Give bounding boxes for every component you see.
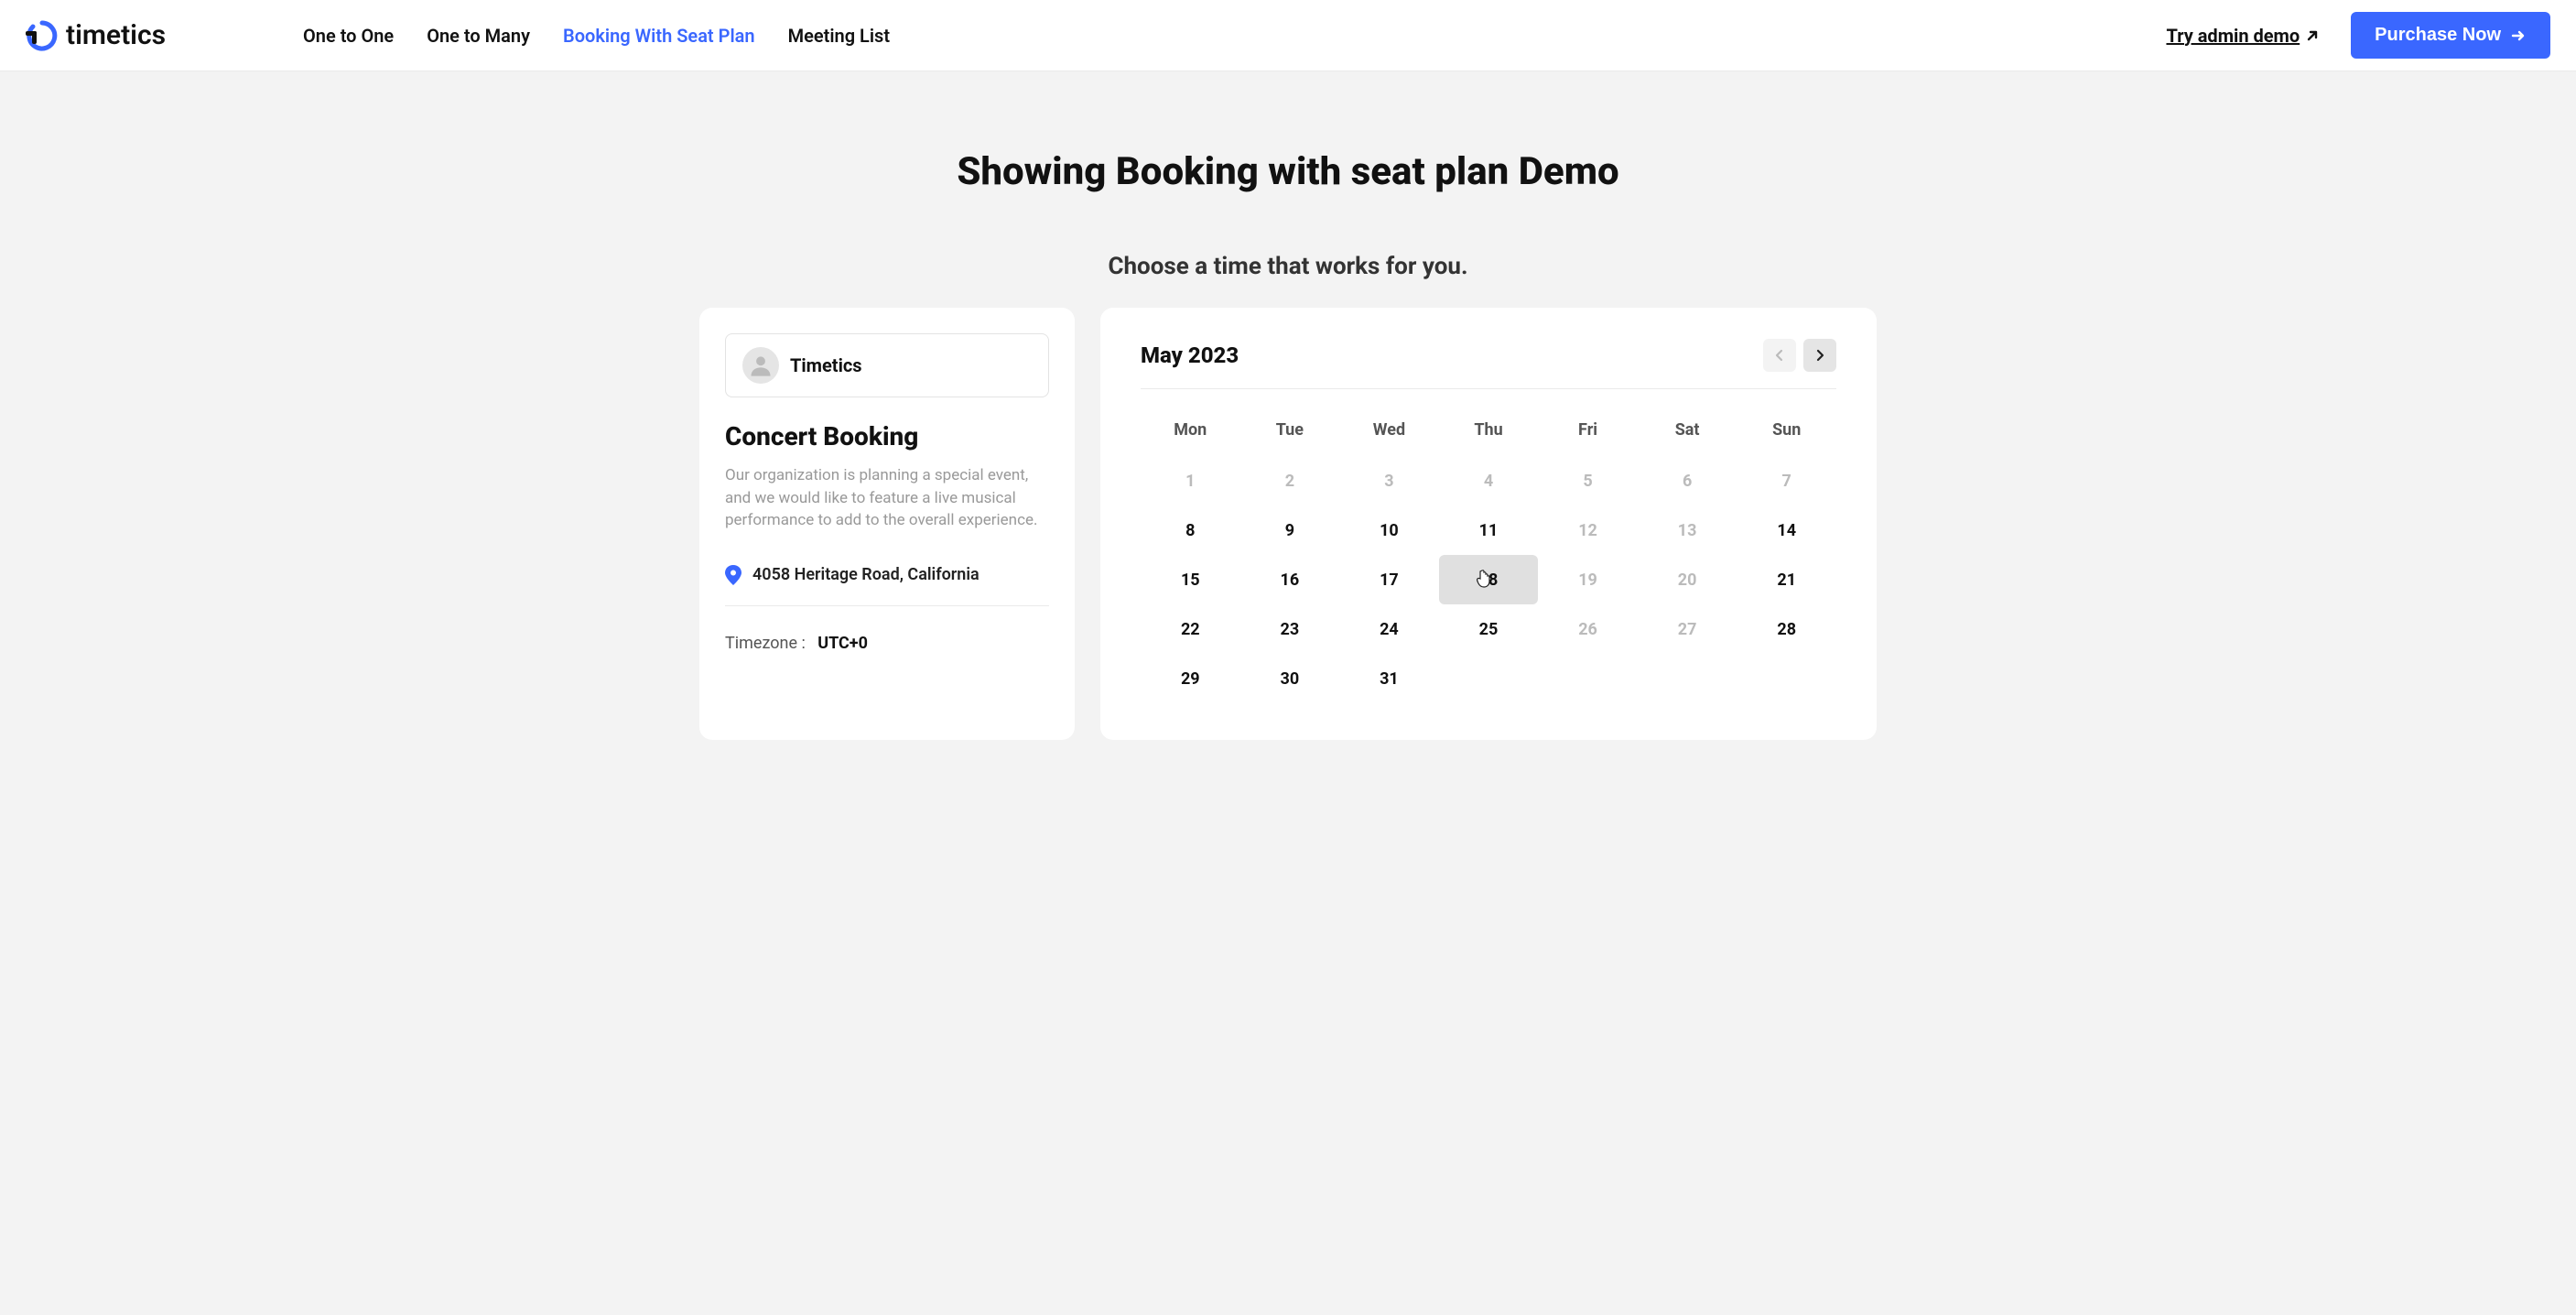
calendar-month-label: May 2023: [1141, 342, 1239, 368]
calendar-day[interactable]: 30: [1240, 654, 1340, 703]
calendar-day: 27: [1638, 604, 1737, 654]
location-row: 4058 Heritage Road, California: [725, 565, 1049, 606]
nav-item[interactable]: Meeting List: [788, 25, 890, 47]
header-right: Try admin demo Purchase Now: [2166, 12, 2550, 59]
cursor-pointer-icon: [1475, 570, 1491, 588]
nav-item[interactable]: One to One: [303, 25, 394, 47]
calendar-day[interactable]: 31: [1339, 654, 1439, 703]
page-subtitle: Choose a time that works for you.: [0, 253, 2576, 280]
calendar-day: 12: [1538, 505, 1638, 555]
calendar-grid: MonTueWedThuFriSatSun1234567891011121314…: [1141, 409, 1836, 703]
calendar-day-of-week: Sun: [1737, 409, 1836, 456]
calendar-day: 26: [1538, 604, 1638, 654]
calendar-day[interactable]: 8: [1141, 505, 1240, 555]
calendar-day-of-week: Tue: [1240, 409, 1340, 456]
timezone-label: Timezone :: [725, 634, 806, 653]
calendar-day: [1638, 654, 1737, 703]
calendar-day: 20: [1638, 555, 1737, 604]
calendar-day[interactable]: 15: [1141, 555, 1240, 604]
calendar-day: [1538, 654, 1638, 703]
calendar-day[interactable]: 24: [1339, 604, 1439, 654]
arrow-right-icon: [2510, 27, 2527, 44]
header: timetics One to One One to Many Booking Wi…: [0, 0, 2576, 71]
calendar-day: 13: [1638, 505, 1737, 555]
calendar-day[interactable]: 17: [1339, 555, 1439, 604]
purchase-now-label: Purchase Now: [2375, 25, 2501, 46]
calendar-day-of-week: Mon: [1141, 409, 1240, 456]
timezone-row: Timezone : UTC+0: [725, 634, 1049, 653]
calendar-day[interactable]: 18: [1439, 555, 1539, 604]
user-icon: [748, 353, 774, 378]
calendar-prev-button[interactable]: [1763, 339, 1796, 372]
main-nav: One to One One to Many Booking With Seat P…: [303, 25, 890, 47]
calendar-day-of-week: Fri: [1538, 409, 1638, 456]
calendar-day: 2: [1240, 456, 1340, 505]
event-description: Our organization is planning a special e…: [725, 464, 1049, 532]
event-title: Concert Booking: [725, 421, 1049, 451]
calendar-header: May 2023: [1141, 339, 1836, 389]
calendar-day[interactable]: 9: [1240, 505, 1340, 555]
calendar-day[interactable]: 10: [1339, 505, 1439, 555]
chevron-right-icon: [1813, 349, 1826, 362]
calendar-day[interactable]: 23: [1240, 604, 1340, 654]
calendar-day[interactable]: 14: [1737, 505, 1836, 555]
calendar-day-of-week: Sat: [1638, 409, 1737, 456]
calendar-day[interactable]: 11: [1439, 505, 1539, 555]
calendar-day[interactable]: 29: [1141, 654, 1240, 703]
calendar-day[interactable]: 21: [1737, 555, 1836, 604]
brand-logo[interactable]: timetics: [26, 19, 166, 52]
organizer-box: Timetics: [725, 333, 1049, 397]
location-text: 4058 Heritage Road, California: [752, 565, 980, 584]
brand-name: timetics: [66, 19, 166, 51]
calendar-day-of-week: Wed: [1339, 409, 1439, 456]
nav-item[interactable]: Booking With Seat Plan: [563, 25, 755, 47]
brand-logo-icon: [26, 19, 59, 52]
organizer-name: Timetics: [790, 354, 862, 376]
calendar-day[interactable]: 25: [1439, 604, 1539, 654]
avatar: [742, 347, 779, 384]
chevron-left-icon: [1773, 349, 1786, 362]
content: Timetics Concert Booking Our organizatio…: [0, 308, 2576, 777]
calendar-day[interactable]: 16: [1240, 555, 1340, 604]
calendar-day-of-week: Thu: [1439, 409, 1539, 456]
calendar-card: May 2023 MonTueWedThuFriSatSun1234567891…: [1100, 308, 1877, 740]
calendar-day: 5: [1538, 456, 1638, 505]
purchase-now-button[interactable]: Purchase Now: [2351, 12, 2550, 59]
calendar-day: 3: [1339, 456, 1439, 505]
calendar-next-button[interactable]: [1803, 339, 1836, 372]
calendar-day: 1: [1141, 456, 1240, 505]
calendar-day[interactable]: 28: [1737, 604, 1836, 654]
calendar-day[interactable]: 22: [1141, 604, 1240, 654]
event-info-card: Timetics Concert Booking Our organizatio…: [699, 308, 1075, 740]
external-link-icon: [2305, 28, 2320, 43]
calendar-day: [1439, 654, 1539, 703]
timezone-value: UTC+0: [817, 634, 868, 653]
calendar-day: 6: [1638, 456, 1737, 505]
calendar-nav: [1763, 339, 1836, 372]
try-admin-demo-link[interactable]: Try admin demo: [2166, 25, 2320, 47]
calendar-day: [1737, 654, 1836, 703]
calendar-day: 4: [1439, 456, 1539, 505]
location-pin-icon: [725, 565, 741, 585]
nav-item[interactable]: One to Many: [427, 25, 530, 47]
try-admin-demo-label: Try admin demo: [2166, 25, 2300, 47]
calendar-day: 19: [1538, 555, 1638, 604]
page-title: Showing Booking with seat plan Demo: [0, 149, 2576, 194]
calendar-day: 7: [1737, 456, 1836, 505]
